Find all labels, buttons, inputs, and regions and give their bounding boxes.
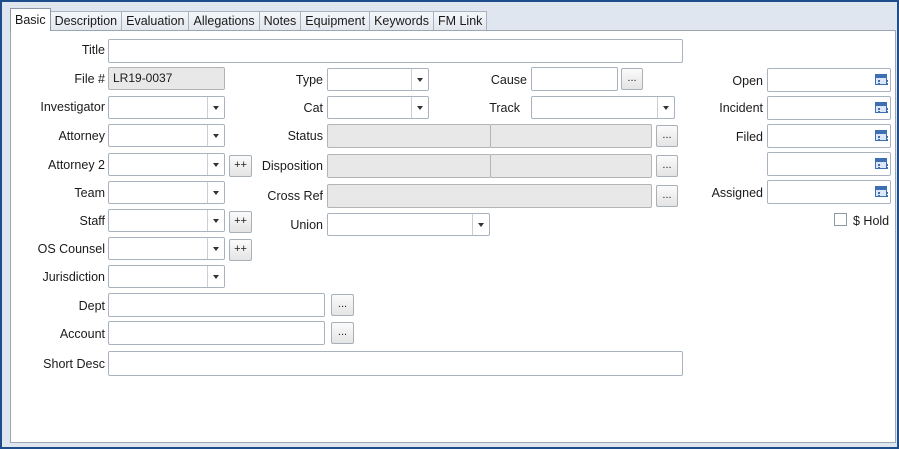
jurisdiction-label: Jurisdiction bbox=[42, 270, 105, 284]
calendar-icon[interactable] bbox=[875, 186, 888, 197]
staff-label: Staff bbox=[79, 214, 105, 228]
cat-label: Cat bbox=[303, 101, 323, 115]
unlabeled-date-field[interactable] bbox=[767, 152, 891, 176]
cause-label: Cause bbox=[490, 73, 527, 87]
hold-checkbox[interactable] bbox=[834, 213, 847, 226]
filed-label: Filed bbox=[735, 130, 763, 144]
open-label: Open bbox=[732, 74, 763, 88]
incident-date-field[interactable] bbox=[767, 96, 891, 120]
tab-basic[interactable]: Basic bbox=[10, 8, 51, 31]
chevron-down-icon[interactable] bbox=[207, 266, 224, 287]
attorney-combo[interactable] bbox=[108, 124, 225, 147]
attorney2-combo[interactable] bbox=[108, 153, 225, 176]
account-lookup-button[interactable]: ... bbox=[331, 322, 354, 344]
basic-panel: Title File # LR19-0037 Investigator Atto… bbox=[10, 30, 896, 443]
account-label: Account bbox=[59, 327, 105, 341]
window-frame: Basic Description Evaluation Allegations… bbox=[0, 0, 899, 449]
assigned-label: Assigned bbox=[711, 186, 763, 200]
chevron-down-icon[interactable] bbox=[411, 69, 428, 90]
short-desc-label: Short Desc bbox=[43, 357, 105, 371]
assigned-date-field[interactable] bbox=[767, 180, 891, 204]
incident-label: Incident bbox=[719, 101, 763, 115]
investigator-label: Investigator bbox=[40, 100, 105, 114]
attorney2-label: Attorney 2 bbox=[48, 158, 105, 172]
team-label: Team bbox=[74, 186, 105, 200]
disposition-desc-field[interactable] bbox=[490, 154, 652, 178]
tab-allegations[interactable]: Allegations bbox=[188, 11, 260, 31]
cross-ref-label: Cross Ref bbox=[267, 189, 323, 203]
chevron-down-icon[interactable] bbox=[472, 214, 489, 235]
disposition-label: Disposition bbox=[261, 159, 323, 173]
hold-label: $ Hold bbox=[853, 214, 890, 228]
open-date-field[interactable] bbox=[767, 68, 891, 92]
file-number-label: File # bbox=[74, 72, 105, 86]
cross-ref-field[interactable] bbox=[327, 184, 652, 208]
tab-fm-link[interactable]: FM Link bbox=[432, 11, 488, 31]
track-combo[interactable] bbox=[531, 96, 675, 119]
tab-bar: Basic Description Evaluation Allegations… bbox=[10, 8, 488, 31]
tab-equipment[interactable]: Equipment bbox=[300, 11, 371, 31]
short-desc-field[interactable] bbox=[108, 351, 683, 376]
attorney-label: Attorney bbox=[58, 129, 105, 143]
status-lookup-button[interactable]: ... bbox=[656, 125, 678, 147]
staff-combo[interactable] bbox=[108, 209, 225, 232]
type-combo[interactable] bbox=[327, 68, 429, 91]
union-label: Union bbox=[290, 218, 323, 232]
calendar-icon[interactable] bbox=[875, 74, 888, 85]
file-number-field[interactable]: LR19-0037 bbox=[108, 67, 225, 90]
team-combo[interactable] bbox=[108, 181, 225, 204]
disposition-code-field[interactable] bbox=[327, 154, 491, 178]
chevron-down-icon[interactable] bbox=[207, 238, 224, 259]
cross-ref-lookup-button[interactable]: ... bbox=[656, 185, 678, 207]
disposition-lookup-button[interactable]: ... bbox=[656, 155, 678, 177]
dept-lookup-button[interactable]: ... bbox=[331, 294, 354, 316]
calendar-icon[interactable] bbox=[875, 158, 888, 169]
title-label: Title bbox=[81, 43, 105, 57]
filed-date-field[interactable] bbox=[767, 124, 891, 148]
cat-combo[interactable] bbox=[327, 96, 429, 119]
status-code-field[interactable] bbox=[327, 124, 491, 148]
chevron-down-icon[interactable] bbox=[657, 97, 674, 118]
investigator-combo[interactable] bbox=[108, 96, 225, 119]
chevron-down-icon[interactable] bbox=[411, 97, 428, 118]
os-counsel-combo[interactable] bbox=[108, 237, 225, 260]
union-combo[interactable] bbox=[327, 213, 490, 236]
tab-keywords[interactable]: Keywords bbox=[369, 11, 434, 31]
cause-field[interactable] bbox=[531, 67, 618, 91]
status-label: Status bbox=[287, 129, 323, 143]
os-counsel-add-button[interactable]: ++ bbox=[229, 239, 252, 261]
status-desc-field[interactable] bbox=[490, 124, 652, 148]
type-label: Type bbox=[295, 73, 323, 87]
dept-label: Dept bbox=[78, 299, 105, 313]
calendar-icon[interactable] bbox=[875, 130, 888, 141]
cause-lookup-button[interactable]: ... bbox=[621, 68, 643, 90]
tab-evaluation[interactable]: Evaluation bbox=[121, 11, 190, 31]
calendar-icon[interactable] bbox=[875, 102, 888, 113]
title-field[interactable] bbox=[108, 39, 683, 63]
jurisdiction-combo[interactable] bbox=[108, 265, 225, 288]
tab-description[interactable]: Description bbox=[49, 11, 123, 31]
dept-field[interactable] bbox=[108, 293, 325, 317]
os-counsel-label: OS Counsel bbox=[37, 242, 105, 256]
account-field[interactable] bbox=[108, 321, 325, 345]
tab-notes[interactable]: Notes bbox=[258, 11, 302, 31]
track-label: Track bbox=[489, 101, 520, 115]
